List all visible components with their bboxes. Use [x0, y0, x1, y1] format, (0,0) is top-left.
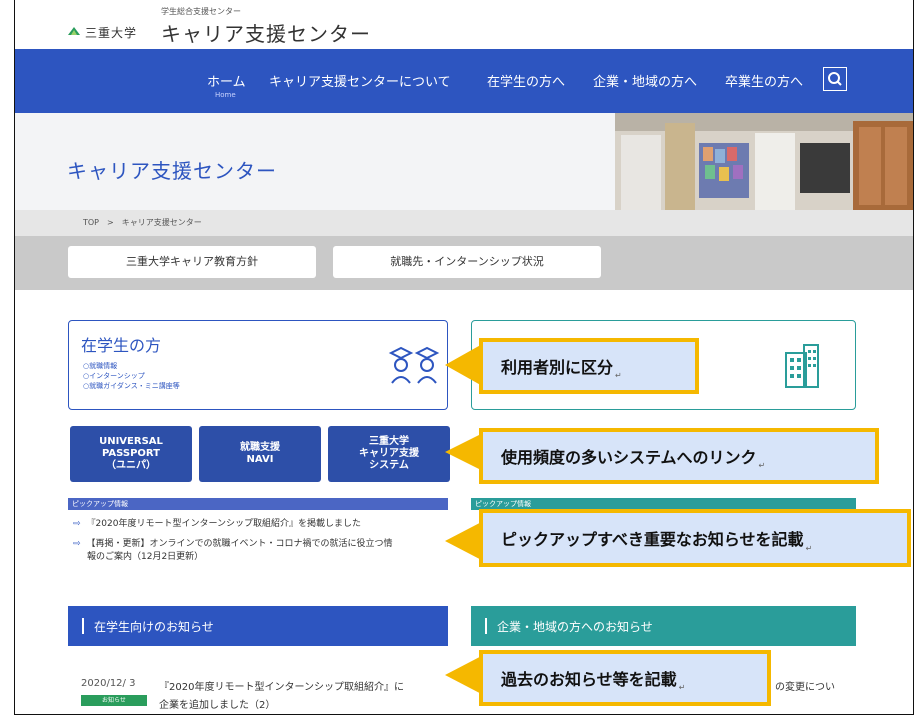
callout-text: 使用頻度の多いシステムへのリンク — [501, 448, 757, 467]
callout-past-notices: 過去のお知らせ等を記載 ↵ — [479, 650, 771, 706]
return-mark-icon: ↵ — [805, 544, 813, 553]
callout-text: 過去のお知らせ等を記載 — [501, 670, 677, 689]
callout-arrows — [445, 338, 493, 700]
return-mark-icon: ↵ — [758, 461, 766, 470]
callout-text: ピックアップすべき重要なお知らせを記載 — [501, 530, 804, 549]
callout-system-links: 使用頻度の多いシステムへのリンク ↵ — [479, 428, 879, 484]
page-frame: 三重大学 学生総合支援センター キャリア支援センター ホーム Home キャリア… — [14, 0, 914, 715]
callout-pickup-notices: ピックアップすべき重要なお知らせを記載 ↵ — [479, 509, 911, 567]
return-mark-icon: ↵ — [615, 371, 622, 380]
callout-text: 利用者別に区分 — [501, 358, 614, 377]
callout-user-segmentation: 利用者別に区分 ↵ — [479, 338, 699, 394]
return-mark-icon: ↵ — [678, 683, 686, 692]
